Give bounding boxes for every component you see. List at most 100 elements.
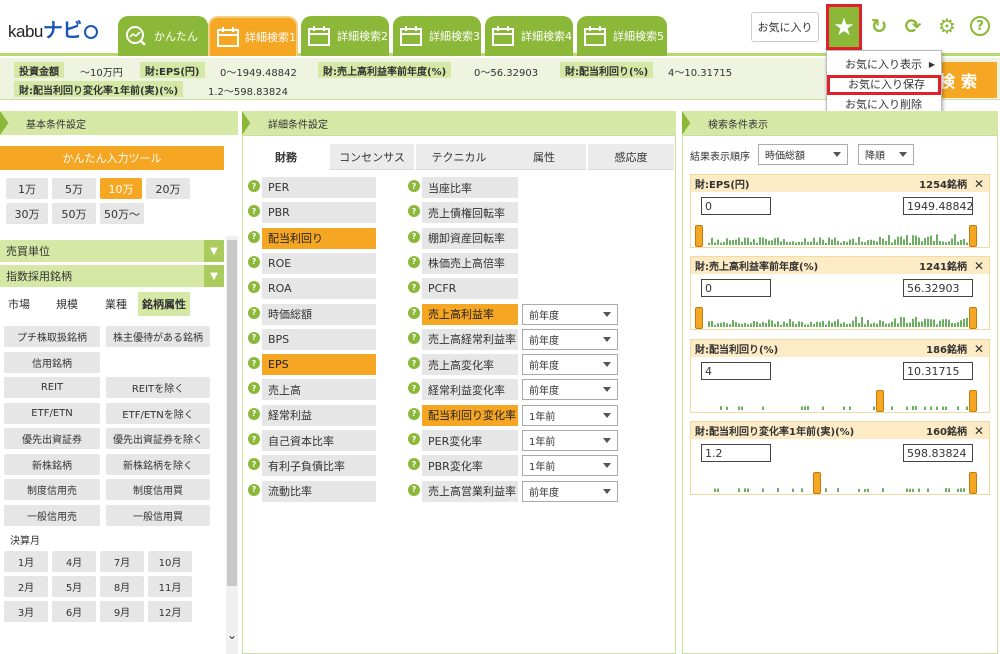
tab-detail-5[interactable]: 詳細検索5: [577, 16, 667, 56]
month-button[interactable]: 12月: [148, 601, 192, 622]
close-icon[interactable]: ✕: [974, 259, 984, 273]
tab-easy[interactable]: かんたん: [118, 16, 208, 56]
amount-button[interactable]: 50万: [52, 203, 96, 224]
indicator-item[interactable]: 有利子負債比率: [262, 455, 376, 477]
amount-button[interactable]: 50万〜: [100, 203, 144, 224]
attribute-button[interactable]: ETF/ETNを除く: [106, 402, 210, 424]
indicator-item[interactable]: 経常利益: [262, 404, 376, 426]
scroll-down-icon[interactable]: ⌄: [226, 628, 238, 642]
indicator-item[interactable]: 配当利回り変化率: [422, 404, 518, 426]
amount-button[interactable]: 10万: [100, 178, 142, 199]
detail-tab-0[interactable]: 財務: [244, 144, 328, 170]
indicator-item[interactable]: 売上高変化率: [422, 354, 518, 376]
period-select[interactable]: 1年前: [522, 430, 618, 451]
help-icon[interactable]: ?: [248, 180, 260, 192]
attribute-button[interactable]: 信用銘柄: [4, 351, 100, 373]
help-icon[interactable]: ?: [408, 331, 420, 344]
help-icon[interactable]: ?: [408, 230, 420, 243]
easy-input-tool-bar[interactable]: かんたん入力ツール: [0, 146, 224, 170]
favorites-button[interactable]: お気に入り: [751, 12, 819, 42]
indicator-item[interactable]: 売上債権回転率: [422, 202, 518, 224]
month-button[interactable]: 3月: [4, 601, 48, 622]
indicator-item[interactable]: 当座比率: [422, 177, 518, 198]
help-icon[interactable]: ?: [248, 331, 260, 344]
help-icon[interactable]: ?: [408, 433, 420, 445]
help-icon[interactable]: ?: [970, 16, 990, 36]
settings-gear-icon[interactable]: ⚙: [936, 14, 958, 38]
month-button[interactable]: 2月: [4, 576, 48, 597]
attribute-button[interactable]: 制度信用売: [4, 479, 100, 500]
indicator-item[interactable]: PER: [262, 177, 376, 198]
min-input[interactable]: 0: [701, 279, 771, 297]
min-input[interactable]: 4: [701, 362, 771, 380]
indicator-item[interactable]: 自己資本比率: [262, 430, 376, 451]
help-icon[interactable]: ?: [248, 407, 260, 420]
indicator-item[interactable]: PBR: [262, 202, 376, 224]
period-select[interactable]: 前年度: [522, 328, 618, 350]
max-input[interactable]: 598.83824: [903, 444, 973, 462]
indicator-item[interactable]: 流動比率: [262, 480, 376, 502]
period-select[interactable]: 前年度: [522, 379, 618, 401]
attribute-button[interactable]: 新株銘柄を除く: [106, 453, 210, 475]
attribute-button[interactable]: 株主優待がある銘柄: [106, 326, 210, 347]
help-icon[interactable]: ?: [408, 255, 420, 268]
min-input[interactable]: 1.2: [701, 444, 771, 462]
amount-button[interactable]: 1万: [6, 178, 48, 199]
amount-button[interactable]: 20万: [146, 178, 190, 199]
help-icon[interactable]: ?: [408, 357, 420, 370]
indicator-item[interactable]: PBR変化率: [422, 455, 518, 477]
close-icon[interactable]: ✕: [974, 424, 984, 438]
attribute-button[interactable]: 優先出資証券を除く: [106, 428, 210, 449]
help-icon[interactable]: ?: [248, 433, 260, 445]
close-icon[interactable]: ✕: [974, 177, 984, 191]
attribute-button[interactable]: 一般信用買: [106, 504, 210, 526]
range-max-handle[interactable]: [969, 307, 977, 329]
month-button[interactable]: 5月: [52, 576, 96, 597]
help-icon[interactable]: ?: [408, 407, 420, 420]
indicator-item[interactable]: 株価売上高倍率: [422, 252, 518, 274]
month-button[interactable]: 6月: [52, 601, 96, 622]
indicator-item[interactable]: ROE: [262, 252, 376, 274]
period-select[interactable]: 前年度: [522, 303, 618, 325]
order-select[interactable]: 降順: [858, 144, 914, 165]
period-select[interactable]: 1年前: [522, 404, 618, 426]
indicator-item[interactable]: EPS: [262, 354, 376, 376]
help-icon[interactable]: ?: [408, 180, 420, 192]
max-input[interactable]: 10.31715: [903, 362, 973, 380]
attribute-button[interactable]: プチ株取扱銘柄: [4, 326, 100, 347]
month-button[interactable]: 9月: [100, 601, 144, 622]
favorites-star-button[interactable]: ★: [826, 4, 862, 50]
tab-detail-4[interactable]: 詳細検索4: [485, 16, 573, 56]
attribute-button[interactable]: ETF/ETN: [4, 402, 100, 424]
help-icon[interactable]: ?: [248, 306, 260, 319]
scrollbar-thumb[interactable]: [227, 240, 237, 586]
indicator-item[interactable]: PER変化率: [422, 430, 518, 451]
max-input[interactable]: 56.32903: [903, 279, 973, 297]
help-icon[interactable]: ?: [248, 230, 260, 243]
sync-icon[interactable]: ⟳: [902, 14, 924, 38]
left-scrollbar[interactable]: [226, 236, 238, 654]
subtab-3[interactable]: 銘柄属性: [138, 292, 190, 316]
detail-tab-2[interactable]: テクニカル: [416, 144, 502, 170]
attribute-button[interactable]: 一般信用売: [4, 504, 100, 526]
period-select[interactable]: 1年前: [522, 455, 618, 477]
range-min-handle[interactable]: [875, 390, 884, 412]
detail-tab-1[interactable]: コンセンサス: [330, 144, 414, 170]
help-icon[interactable]: ?: [248, 483, 260, 496]
indicator-item[interactable]: 売上高利益率: [422, 303, 518, 325]
attribute-button[interactable]: 制度信用買: [106, 479, 210, 500]
attribute-button[interactable]: REIT: [4, 377, 100, 398]
subtab-1[interactable]: 規模: [44, 292, 90, 316]
indicator-item[interactable]: 配当利回り: [262, 227, 376, 249]
index-section[interactable]: 指数採用銘柄 ▼: [0, 265, 224, 287]
detail-tab-4[interactable]: 感応度: [588, 144, 674, 170]
kabu-navi-logo[interactable]: kabuナビ: [8, 14, 98, 43]
range-min-handle[interactable]: [695, 225, 703, 247]
attribute-button[interactable]: REITを除く: [106, 377, 210, 398]
tab-detail-3[interactable]: 詳細検索3: [393, 16, 481, 56]
favorites-save-item[interactable]: お気に入り保存: [827, 75, 941, 95]
subtab-2[interactable]: 業種: [94, 292, 138, 316]
refresh-icon[interactable]: ↻: [868, 14, 890, 38]
help-icon[interactable]: ?: [408, 483, 420, 496]
tab-detail-1[interactable]: 詳細検索1: [208, 16, 298, 56]
